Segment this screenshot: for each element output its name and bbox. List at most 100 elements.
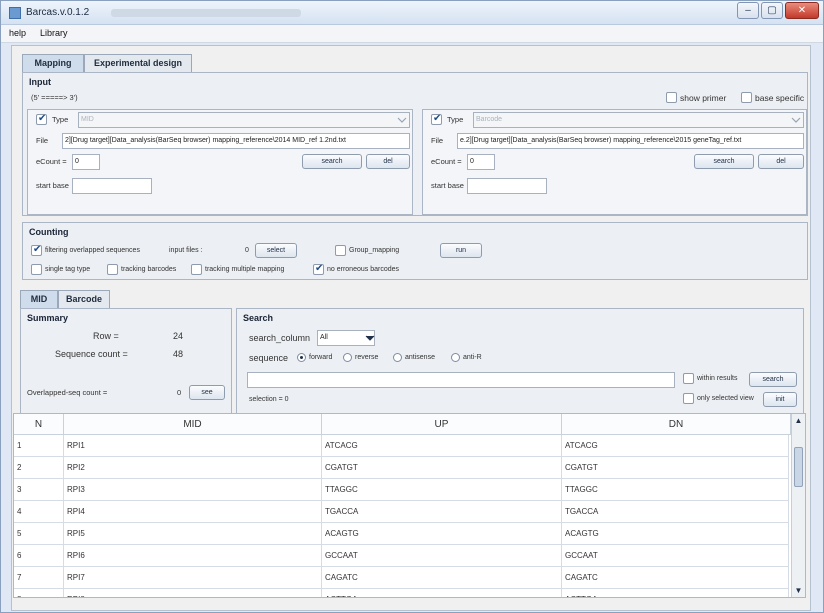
right-type-checkbox[interactable] <box>431 113 442 125</box>
menu-help[interactable]: help <box>9 28 26 38</box>
table-cell: 2 <box>14 457 64 479</box>
left-search-button[interactable]: search <box>302 154 362 169</box>
counting-title: Counting <box>29 227 69 237</box>
table-cell: RPI2 <box>64 457 322 479</box>
left-ecount-label: eCount = <box>36 157 67 166</box>
scroll-up-icon[interactable]: ▲ <box>794 416 803 425</box>
table-cell: TGACCA <box>562 501 789 523</box>
menu-library[interactable]: Library <box>40 28 68 38</box>
table-row[interactable]: 3 RPI3 TTAGGC TTAGGC <box>14 479 789 501</box>
no-erroneous-checkbox[interactable] <box>313 263 324 275</box>
tab-mid[interactable]: MID <box>20 290 58 308</box>
table-cell: 8 <box>14 589 64 597</box>
tracking-barcodes-label: tracking barcodes <box>121 266 177 273</box>
right-start-base-field[interactable] <box>467 178 547 194</box>
filtering-label: filtering overlapped sequences <box>45 247 140 254</box>
anti-r-radio[interactable] <box>451 353 460 362</box>
only-selected-checkbox[interactable] <box>683 393 694 404</box>
right-ecount-field[interactable]: 0 <box>467 154 495 170</box>
left-ecount-field[interactable]: 0 <box>72 154 100 170</box>
forward-radio[interactable] <box>297 353 306 362</box>
table-row[interactable]: 4 RPI4 TGACCA TGACCA <box>14 501 789 523</box>
title-bar[interactable]: Barcas.v.0.1.2 – ▢ ✕ <box>1 1 823 25</box>
input-files-label: input files : <box>169 247 203 254</box>
table-row[interactable]: 8 RPI8 ACTTGA ACTTGA <box>14 589 789 597</box>
table-cell: RPI7 <box>64 567 322 589</box>
group-mapping-checkbox[interactable] <box>335 245 346 256</box>
scroll-thumb[interactable] <box>794 447 803 487</box>
table-cell: TGACCA <box>322 501 562 523</box>
table-cell: GCCAAT <box>562 545 789 567</box>
table-row[interactable]: 6 RPI6 GCCAAT GCCAAT <box>14 545 789 567</box>
table-cell: ACAGTG <box>322 523 562 545</box>
column-header-up[interactable]: UP <box>322 414 562 435</box>
within-results-label: within results <box>697 375 738 382</box>
sequence-search-button[interactable]: search <box>749 372 797 387</box>
left-type-checkbox[interactable] <box>36 113 47 125</box>
antisense-label: antisense <box>405 354 435 361</box>
single-tag-checkbox[interactable] <box>31 264 42 275</box>
select-button[interactable]: select <box>255 243 297 258</box>
table-row[interactable]: 1 RPI1 ATCACG ATCACG <box>14 435 789 457</box>
overlapped-count-value: 0 <box>177 388 182 397</box>
tab-mapping[interactable]: Mapping <box>22 54 84 72</box>
tracking-multiple-checkbox[interactable] <box>191 264 202 275</box>
table-cell: 5 <box>14 523 64 545</box>
left-type-label: Type <box>52 115 69 124</box>
chevron-down-icon <box>365 335 375 341</box>
maximize-button[interactable]: ▢ <box>761 2 783 19</box>
selection-count: selection = 0 <box>249 396 289 403</box>
forward-label: forward <box>309 354 333 361</box>
counting-panel: Counting filtering overlapped sequences … <box>22 222 808 280</box>
left-start-base-field[interactable] <box>72 178 152 194</box>
column-header-dn[interactable]: DN <box>562 414 791 435</box>
column-header-mid[interactable]: MID <box>64 414 322 435</box>
table-cell: ACTTGA <box>562 589 789 597</box>
table-cell: 7 <box>14 567 64 589</box>
menu-bar: help Library <box>1 25 823 43</box>
minimize-button[interactable]: – <box>737 2 759 19</box>
summary-panel: Summary Row = 24 Sequence count = 48 Ove… <box>20 308 232 414</box>
input-title: Input <box>29 77 51 87</box>
app-icon <box>9 7 21 19</box>
right-del-button[interactable]: del <box>758 154 804 169</box>
base-specific-checkbox[interactable] <box>741 92 752 103</box>
application-window: Barcas.v.0.1.2 – ▢ ✕ help Library Mappin… <box>0 0 824 613</box>
left-type-select[interactable]: MID <box>78 112 410 128</box>
table-row[interactable]: 2 RPI2 CGATGT CGATGT <box>14 457 789 479</box>
table-row[interactable]: 5 RPI5 ACAGTG ACAGTG <box>14 523 789 545</box>
antisense-radio[interactable] <box>393 353 402 362</box>
right-search-button[interactable]: search <box>694 154 754 169</box>
show-primer-checkbox[interactable] <box>666 92 677 103</box>
close-button[interactable]: ✕ <box>785 2 819 19</box>
tab-barcode[interactable]: Barcode <box>58 290 110 308</box>
run-button[interactable]: run <box>440 243 482 258</box>
show-primer-label: show primer <box>680 93 727 103</box>
table-row[interactable]: 7 RPI7 CAGATC CAGATC <box>14 567 789 589</box>
row-value: 24 <box>173 331 184 341</box>
table-cell: TTAGGC <box>322 479 562 501</box>
base-specific-label: base specific <box>755 93 805 103</box>
left-file-label: File <box>36 136 49 145</box>
tracking-barcodes-checkbox[interactable] <box>107 264 118 275</box>
init-button[interactable]: init <box>763 392 797 407</box>
column-header-n[interactable]: N <box>14 414 64 435</box>
table-cell: 1 <box>14 435 64 457</box>
table-cell: ATCACG <box>562 435 789 457</box>
table-cell: RPI8 <box>64 589 322 597</box>
vertical-scrollbar[interactable]: ▲ ▼ <box>791 414 805 597</box>
left-file-field[interactable]: 2][Drug target][Data_analysis(BarSeq bro… <box>62 133 410 149</box>
input-files-count: 0 <box>245 247 249 254</box>
left-del-button[interactable]: del <box>366 154 410 169</box>
within-results-checkbox[interactable] <box>683 373 694 384</box>
right-file-field[interactable]: e.2][Drug target][Data_analysis(BarSeq b… <box>457 133 804 149</box>
reverse-radio[interactable] <box>343 353 352 362</box>
see-button[interactable]: see <box>189 385 225 400</box>
scroll-down-icon[interactable]: ▼ <box>794 586 803 595</box>
tracking-multiple-label: tracking multiple mapping <box>205 266 285 273</box>
sequence-search-input[interactable] <box>247 372 675 388</box>
table-cell: ACTTGA <box>322 589 562 597</box>
filtering-checkbox[interactable] <box>31 244 42 256</box>
tab-experimental-design[interactable]: Experimental design <box>84 54 192 72</box>
right-type-select[interactable]: Barcode <box>473 112 804 128</box>
